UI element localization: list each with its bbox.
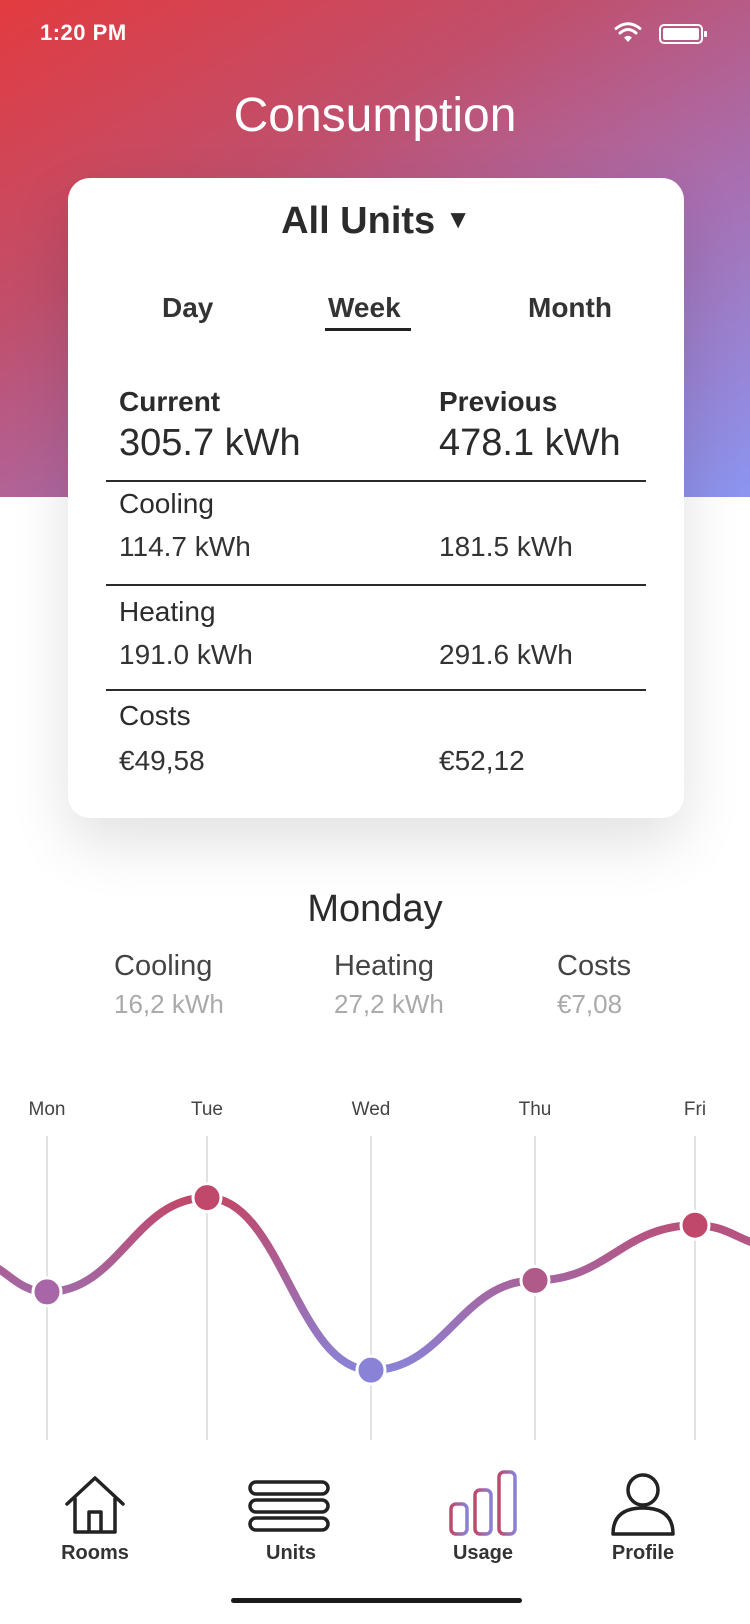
tab-week[interactable]: Week [328, 292, 401, 324]
tab-profile[interactable]: Profile [563, 1440, 723, 1570]
previous-total: 478.1 kWh [439, 422, 621, 464]
unit-selector[interactable]: All Units ▼ [68, 200, 684, 243]
tab-profile-label: Profile [611, 1542, 675, 1564]
cooling-previous: 181.5 kWh [439, 531, 573, 562]
home-indicator [231, 1598, 522, 1603]
tab-usage-label: Usage [452, 1542, 514, 1564]
house-icon [65, 1476, 125, 1534]
x-tick-label-mon: Mon [29, 1099, 66, 1120]
day-heating-value: 27,2 kWh [334, 989, 444, 1019]
day-cooling-value: 16,2 kWh [114, 989, 224, 1019]
tab-units[interactable]: Units [211, 1440, 371, 1570]
weekly-usage-chart[interactable]: Mon Tue Wed Thu Fri [0, 1080, 750, 1440]
divider [106, 689, 646, 691]
tab-rooms[interactable]: Rooms [15, 1440, 175, 1570]
page-title: Consumption [233, 89, 517, 142]
data-point-tue[interactable] [191, 1182, 223, 1214]
unit-selector-label: All Units [281, 200, 436, 242]
tab-usage[interactable]: Usage [403, 1440, 563, 1570]
status-bar: 1:20 PM [0, 0, 750, 72]
user-icon [611, 1473, 675, 1536]
costs-previous: €52,12 [439, 745, 525, 776]
cooling-current: 114.7 kWh [119, 531, 251, 562]
x-tick-label-thu: Thu [519, 1099, 552, 1120]
tab-day[interactable]: Day [162, 292, 213, 324]
tab-month[interactable]: Month [528, 292, 612, 324]
heating-current: 191.0 kWh [119, 639, 253, 670]
heating-previous: 291.6 kWh [439, 639, 573, 670]
cooling-label: Cooling [119, 488, 214, 519]
day-heating-label: Heating [334, 950, 434, 982]
current-label: Current [119, 386, 221, 417]
bar-chart-icon [449, 1470, 517, 1536]
x-tick-label-fri: Fri [684, 1099, 706, 1120]
previous-label: Previous [439, 386, 558, 417]
caret-down-icon: ▼ [445, 204, 471, 235]
day-cooling-label: Cooling [114, 950, 213, 982]
heating-label: Heating [119, 596, 216, 627]
day-costs-value: €7,08 [557, 989, 623, 1019]
battery-icon [659, 24, 707, 44]
consumption-card: All Units ▼ Day Week Month Current Previo… [68, 178, 684, 818]
units-icon [248, 1480, 330, 1532]
divider [106, 584, 646, 586]
tab-units-label: Units [266, 1542, 316, 1564]
data-point-mon[interactable] [31, 1276, 63, 1308]
bottom-tab-bar: Rooms Units Usage Profile [0, 1440, 750, 1624]
costs-current: €49,58 [119, 745, 205, 776]
data-point-thu[interactable] [519, 1264, 551, 1296]
wifi-icon [614, 22, 642, 42]
divider [106, 480, 646, 482]
data-point-wed[interactable] [355, 1354, 387, 1386]
usage-line [0, 1193, 750, 1375]
x-tick-label-tue: Tue [191, 1099, 223, 1120]
x-tick-label-wed: Wed [352, 1099, 391, 1120]
status-time: 1:20 PM [40, 20, 127, 45]
data-point-fri[interactable] [679, 1209, 711, 1241]
tab-selected-indicator [325, 328, 411, 331]
day-costs-label: Costs [557, 950, 632, 982]
current-total: 305.7 kWh [119, 422, 301, 464]
tab-rooms-label: Rooms [61, 1542, 129, 1564]
costs-label: Costs [119, 700, 191, 731]
selected-day-title: Monday [307, 888, 443, 930]
